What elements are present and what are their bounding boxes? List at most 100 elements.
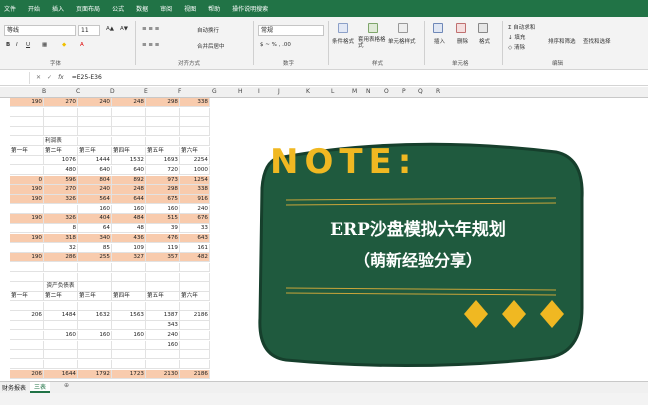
grid-cell[interactable] [44,107,78,117]
grid-cell[interactable] [112,359,146,370]
decrease-font-icon[interactable]: A▼ [120,26,128,32]
delete-button[interactable]: 删除 [457,37,468,45]
table-format-icon[interactable] [368,23,378,33]
name-box[interactable] [0,71,30,84]
grid-cell[interactable]: 1693 [146,156,180,166]
grid-cell[interactable] [146,136,180,147]
grid-cell[interactable] [10,127,44,137]
grid-cell[interactable]: 480 [44,165,78,176]
grid-cell[interactable]: 720 [146,165,180,176]
grid-cell[interactable]: 1563 [112,311,146,321]
grid-cell[interactable]: 476 [146,233,180,244]
grid-cell[interactable] [146,262,180,273]
format-icon[interactable] [478,23,488,33]
borders-icon[interactable]: ▦ [42,42,47,48]
grid-cell[interactable]: 404 [78,214,112,224]
grid-cell[interactable]: 343 [146,321,180,331]
column-header[interactable]: R [436,88,440,95]
grid-cell[interactable] [146,107,180,117]
grid-cell[interactable]: 515 [146,214,180,224]
grid-cell[interactable] [10,350,44,360]
grid-cell[interactable]: 248 [112,185,146,195]
grid-cell[interactable] [44,359,78,370]
sheet-tab-three[interactable]: 三表 [30,382,51,393]
grid-cell[interactable]: 第二年 [44,292,78,302]
grid-cell[interactable]: 1076 [44,156,78,166]
grid-cell[interactable] [10,117,44,127]
menu-item[interactable]: 帮助 [208,4,220,13]
grid-cell[interactable] [10,330,44,341]
grid-cell[interactable]: 利润表 [44,136,78,147]
grid-cell[interactable] [180,350,210,360]
grid-cell[interactable]: 第三年 [78,292,112,302]
grid-cell[interactable]: 484 [112,214,146,224]
grid-cell[interactable]: 240 [78,98,112,108]
grid-cell[interactable]: 240 [180,204,210,214]
grid-cell[interactable]: 第四年 [112,146,146,156]
grid-cell[interactable] [180,282,210,292]
cell-style-icon[interactable] [398,23,408,33]
grid-cell[interactable] [10,107,44,117]
grid-cell[interactable] [112,350,146,360]
grid-cell[interactable] [10,282,44,292]
grid-cell[interactable]: 第六年 [180,292,210,302]
grid-cell[interactable]: 第五年 [146,292,180,302]
grid-cell[interactable]: 596 [44,175,78,185]
grid-cell[interactable] [112,340,146,350]
grid-cell[interactable] [78,359,112,370]
grid-cell[interactable]: 1484 [44,311,78,321]
menu-item[interactable]: 公式 [112,4,124,13]
grid-cell[interactable] [112,127,146,137]
grid-cell[interactable]: 644 [112,195,146,205]
insert-button[interactable]: 插入 [434,37,445,45]
grid-cell[interactable]: 1387 [146,311,180,321]
grid-cell[interactable]: 240 [146,330,180,341]
grid-cell[interactable] [180,136,210,147]
grid-cell[interactable]: 8 [44,224,78,234]
grid-cell[interactable] [78,350,112,360]
grid-cell[interactable] [78,107,112,117]
column-header[interactable]: J [278,88,280,95]
sheet-tab-finance[interactable]: 财务报表 [2,383,26,392]
grid-cell[interactable]: 第五年 [146,146,180,156]
grid-cell[interactable]: 39 [146,224,180,234]
font-color-icon[interactable]: A [80,42,84,48]
underline-button[interactable]: U [26,42,30,48]
grid-cell[interactable] [44,340,78,350]
grid-cell[interactable] [78,262,112,273]
grid-cell[interactable] [180,340,210,350]
grid-cell[interactable] [44,204,78,214]
grid-cell[interactable] [112,272,146,282]
grid-cell[interactable]: 1632 [78,311,112,321]
column-header[interactable]: D [110,88,115,95]
menu-item[interactable]: 页面布局 [76,4,100,13]
cond-format-icon[interactable] [338,23,348,33]
clear-button[interactable]: ◇ 清除 [508,43,525,51]
menu-item[interactable]: 视图 [184,4,196,13]
increase-font-icon[interactable]: A▲ [106,26,114,32]
add-sheet-icon[interactable]: ⊕ [64,382,69,389]
grid-cell[interactable] [146,272,180,282]
find-select-button[interactable]: 查找和选择 [583,37,611,45]
merge-center-button[interactable]: 合并后居中 [197,42,225,50]
grid-cell[interactable]: 190 [10,233,44,244]
grid-cell[interactable]: 64 [78,224,112,234]
column-header[interactable]: G [212,88,217,95]
grid-cell[interactable]: 2130 [146,369,180,379]
grid-cell[interactable]: 338 [180,98,210,108]
menu-item[interactable]: 文件 [4,4,16,13]
grid-cell[interactable] [180,301,210,311]
grid-cell[interactable] [10,359,44,370]
grid-cell[interactable] [146,282,180,292]
grid-cell[interactable]: 1444 [78,156,112,166]
grid-cell[interactable] [10,321,44,331]
grid-cell[interactable]: 190 [10,185,44,195]
grid-cell[interactable] [44,117,78,127]
grid-cell[interactable] [44,262,78,273]
grid-cell[interactable] [180,272,210,282]
grid-cell[interactable]: 190 [10,214,44,224]
number-format-buttons[interactable]: $ ~ % , .00 [260,42,291,48]
grid-cell[interactable]: 2186 [180,369,210,379]
grid-cell[interactable] [10,243,44,253]
column-header[interactable]: M [352,88,357,95]
